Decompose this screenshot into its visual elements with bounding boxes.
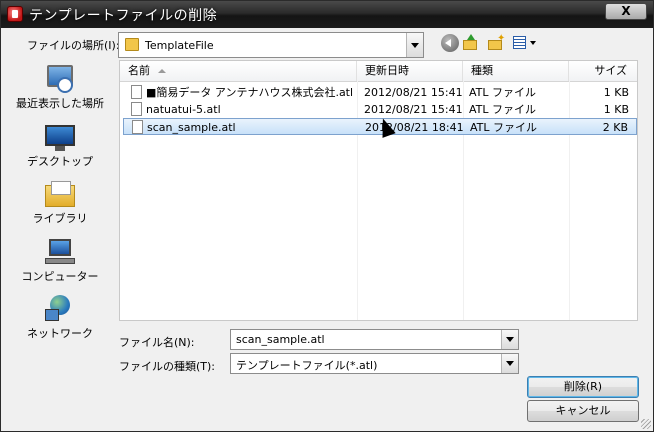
file-type: ATL ファイル [469, 103, 537, 116]
list-header: 名前 更新日時 種類 サイズ [120, 61, 637, 82]
folder-icon [125, 38, 139, 51]
file-date: 2012/08/21 15:41 [364, 103, 463, 116]
network-icon[interactable] [45, 295, 75, 323]
sort-arrow-icon [158, 69, 166, 73]
file-name: scan_sample.atl [147, 121, 236, 134]
filename-label: ファイル名(N): [119, 336, 195, 349]
lookin-combo[interactable]: TemplateFile [118, 32, 424, 58]
file-name: ■簡易データ アンテナハウス株式会社.atl [146, 86, 354, 99]
delete-button[interactable]: 削除(R) [527, 376, 639, 398]
file-list[interactable]: 名前 更新日時 種類 サイズ ■簡易データ アンテナハウス株式会社.atl 20… [119, 60, 638, 321]
chevron-down-icon[interactable] [501, 330, 518, 349]
file-name: natuatui-5.atl [146, 103, 221, 116]
filetype-label: ファイルの種類(T): [119, 360, 216, 373]
column-header-type[interactable]: 種類 [463, 61, 569, 81]
app-icon [7, 6, 23, 22]
file-size: 2 KB [602, 121, 628, 134]
lookin-label: ファイルの場所(I): [27, 39, 120, 52]
lookin-value: TemplateFile [145, 39, 214, 52]
up-folder-icon[interactable] [462, 34, 480, 52]
file-type: ATL ファイル [470, 121, 538, 134]
recent-places-icon[interactable] [45, 63, 75, 93]
chevron-down-icon[interactable] [501, 354, 518, 373]
place-desktop[interactable]: デスクトップ [7, 153, 113, 169]
column-header-name[interactable]: 名前 [120, 61, 357, 81]
column-header-date[interactable]: 更新日時 [357, 61, 463, 81]
back-icon[interactable] [441, 34, 459, 52]
file-type: ATL ファイル [469, 86, 537, 99]
file-size: 1 KB [603, 86, 629, 99]
place-network[interactable]: ネットワーク [7, 325, 113, 341]
views-menu-icon[interactable] [512, 34, 538, 52]
file-date: 2012/08/21 15:41 [364, 86, 463, 99]
close-button[interactable]: X [605, 3, 647, 20]
file-size: 1 KB [603, 103, 629, 116]
filetype-value: テンプレートファイル(*.atl) [236, 359, 378, 372]
dialog-window: テンプレートファイルの削除 X ファイルの場所(I): TemplateFile… [0, 0, 654, 432]
place-computer[interactable]: コンピューター [7, 268, 113, 284]
file-icon [131, 102, 142, 116]
place-recent[interactable]: 最近表示した場所 [7, 95, 113, 111]
table-row[interactable]: natuatui-5.atl 2012/08/21 15:41 ATL ファイル… [123, 101, 637, 118]
file-icon [131, 85, 142, 99]
library-icon[interactable] [45, 181, 75, 209]
table-row[interactable]: ■簡易データ アンテナハウス株式会社.atl 2012/08/21 15:41 … [123, 84, 637, 101]
window-title: テンプレートファイルの削除 [29, 8, 218, 24]
new-folder-icon[interactable]: ✦ [487, 34, 505, 52]
cancel-button[interactable]: キャンセル [527, 400, 639, 422]
title-bar[interactable]: テンプレートファイルの削除 X [1, 1, 653, 28]
file-icon [132, 120, 143, 134]
filename-field[interactable]: scan_sample.atl [230, 329, 519, 350]
filetype-select[interactable]: テンプレートファイル(*.atl) [230, 353, 519, 374]
filename-value: scan_sample.atl [236, 333, 325, 346]
place-library[interactable]: ライブラリ [7, 210, 113, 226]
computer-icon[interactable] [45, 239, 75, 267]
desktop-icon[interactable] [45, 125, 75, 153]
column-header-size[interactable]: サイズ [569, 61, 637, 81]
chevron-down-icon[interactable] [406, 33, 423, 57]
resize-grip-icon[interactable] [641, 419, 651, 429]
